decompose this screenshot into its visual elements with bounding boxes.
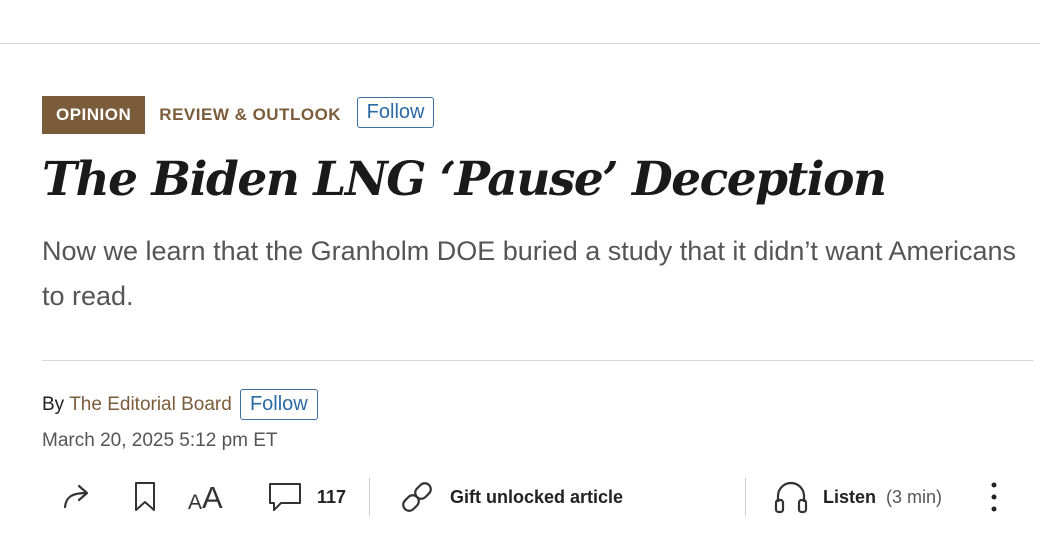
listen-button[interactable]: Listen (3 min) xyxy=(773,470,942,524)
section-header: OPINION REVIEW & OUTLOOK Follow xyxy=(42,96,435,134)
follow-section-button[interactable]: Follow xyxy=(357,96,435,128)
toolbar-divider xyxy=(369,478,370,516)
byline-prefix: By xyxy=(42,393,65,415)
article-headline: The Biden LNG ‘Pause’ Deception xyxy=(42,152,887,207)
share-icon xyxy=(63,484,89,509)
more-options-button[interactable] xyxy=(986,470,1002,524)
text-size-icon: AA xyxy=(188,481,223,513)
byline: By The Editorial Board Follow xyxy=(42,389,318,420)
follow-author-button[interactable]: Follow xyxy=(239,389,318,420)
article-toolbar: AA 117 Gift unlocked article Listen (3 m… xyxy=(0,470,1040,524)
text-size-large-glyph: A xyxy=(202,480,223,515)
comment-icon xyxy=(269,483,301,511)
more-vertical-icon xyxy=(991,482,997,512)
top-divider xyxy=(0,43,1040,44)
bookmark-button[interactable] xyxy=(133,470,157,524)
gift-article-label: Gift unlocked article xyxy=(450,486,624,507)
text-size-small-glyph: A xyxy=(188,491,203,514)
link-icon xyxy=(402,482,432,512)
share-button[interactable] xyxy=(62,470,98,524)
section-name[interactable]: REVIEW & OUTLOOK xyxy=(159,105,341,125)
gift-article-button[interactable]: Gift unlocked article xyxy=(398,470,623,524)
byline-divider xyxy=(42,360,1034,361)
headphones-icon xyxy=(774,481,808,514)
listen-label: Listen xyxy=(823,486,877,507)
bookmark-icon xyxy=(135,482,155,511)
text-size-button[interactable]: AA xyxy=(188,470,223,524)
publish-date: March 20, 2025 5:12 pm ET xyxy=(42,430,278,451)
listen-duration: (3 min) xyxy=(886,486,943,507)
toolbar-divider xyxy=(745,478,746,516)
comments-button[interactable]: 117 xyxy=(267,470,346,524)
opinion-badge[interactable]: OPINION xyxy=(42,96,146,134)
author-link[interactable]: The Editorial Board xyxy=(69,394,232,416)
article-dek: Now we learn that the Granholm DOE burie… xyxy=(42,236,1016,311)
comment-count: 117 xyxy=(317,486,347,507)
